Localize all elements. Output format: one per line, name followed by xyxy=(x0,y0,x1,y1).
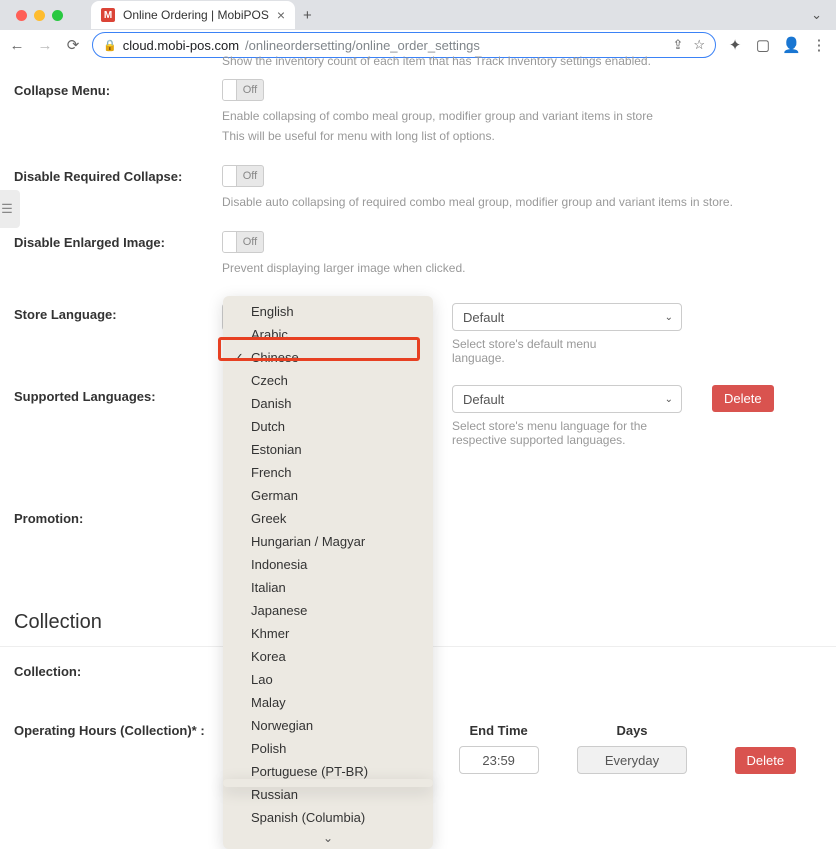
toggle-knob xyxy=(223,80,237,100)
supported-language-delete-button[interactable]: Delete xyxy=(712,385,774,412)
disable-required-toggle[interactable]: Off xyxy=(222,165,264,187)
supported-language-default-value: Default xyxy=(463,392,504,407)
supported-languages-label: Supported Languages: xyxy=(14,385,222,404)
star-icon[interactable]: ☆ xyxy=(693,37,705,53)
disable-enlarged-help: Prevent displaying larger image when cli… xyxy=(222,261,822,275)
toggle-text: Off xyxy=(237,170,263,182)
days-header: Days xyxy=(616,723,647,738)
language-option[interactable]: Korea xyxy=(223,645,433,668)
language-option[interactable]: Hungarian / Magyar xyxy=(223,530,433,553)
traffic-lights xyxy=(8,10,71,21)
disable-enlarged-toggle[interactable]: Off xyxy=(222,231,264,253)
store-language-help: Select store's default menu language. xyxy=(452,337,652,365)
collapse-menu-help1: Enable collapsing of combo meal group, m… xyxy=(222,109,822,123)
truncated-help-text: Show the inventory count of each item th… xyxy=(0,54,836,74)
tab-close-icon[interactable]: × xyxy=(277,7,285,23)
language-option[interactable]: German xyxy=(223,484,433,507)
supported-language-help: Select store's menu language for the res… xyxy=(452,419,652,447)
language-option[interactable]: Khmer xyxy=(223,622,433,645)
tab-strip: M Online Ordering | MobiPOS × + ⌄ xyxy=(0,0,836,30)
collapse-menu-help2: This will be useful for menu with long l… xyxy=(222,129,822,143)
panel-icon[interactable]: ▢ xyxy=(754,36,772,54)
store-language-label: Store Language: xyxy=(14,303,222,322)
language-option[interactable]: Norwegian xyxy=(223,714,433,737)
language-option[interactable]: Estonian xyxy=(223,438,433,461)
window-minimize-button[interactable] xyxy=(34,10,45,21)
language-option[interactable]: Czech xyxy=(223,369,433,392)
disable-required-row: Disable Required Collapse: Off Disable a… xyxy=(0,160,836,214)
forward-button: → xyxy=(36,37,54,54)
language-option[interactable]: Spanish (Columbia) xyxy=(223,806,433,829)
browser-tab[interactable]: M Online Ordering | MobiPOS × xyxy=(91,1,295,29)
operating-hours-delete-button[interactable]: Delete xyxy=(735,747,797,774)
window-close-button[interactable] xyxy=(16,10,27,21)
chevron-down-icon: ⌄ xyxy=(665,394,673,405)
disable-required-label: Disable Required Collapse: xyxy=(14,165,222,184)
language-option[interactable]: Polish xyxy=(223,737,433,760)
language-option[interactable]: Greek xyxy=(223,507,433,530)
language-option[interactable]: French xyxy=(223,461,433,484)
language-option[interactable]: Lao xyxy=(223,668,433,691)
disable-enlarged-label: Disable Enlarged Image: xyxy=(14,231,222,250)
back-button[interactable]: ← xyxy=(8,37,26,54)
side-drawer-handle[interactable]: ☰ xyxy=(0,190,20,228)
share-icon[interactable]: ⇪ xyxy=(672,37,683,53)
language-option[interactable]: Indonesia xyxy=(223,553,433,576)
collapse-menu-label: Collapse Menu: xyxy=(14,79,222,98)
profile-icon[interactable]: 👤 xyxy=(782,36,800,54)
disable-required-help: Disable auto collapsing of required comb… xyxy=(222,195,822,209)
language-option[interactable]: Arabic xyxy=(223,323,433,346)
url-path: /onlineordersetting/online_order_setting… xyxy=(245,38,480,53)
operating-hours-label: Operating Hours (Collection)* : xyxy=(14,719,222,738)
end-time-header: End Time xyxy=(470,723,528,738)
language-option[interactable]: Japanese xyxy=(223,599,433,622)
store-language-default-select[interactable]: Default ⌄ xyxy=(452,303,682,331)
collapse-menu-toggle[interactable]: Off xyxy=(222,79,264,101)
collection-label: Collection: xyxy=(14,660,222,679)
collapse-menu-row: Collapse Menu: Off Enable collapsing of … xyxy=(0,74,836,148)
toggle-text: Off xyxy=(237,236,263,248)
chevron-down-icon: ⌄ xyxy=(665,312,673,323)
browser-chrome: M Online Ordering | MobiPOS × + ⌄ ← → ⟳ … xyxy=(0,0,836,60)
tab-title: Online Ordering | MobiPOS xyxy=(123,8,269,22)
lock-icon: 🔒 xyxy=(103,39,117,52)
language-option[interactable]: Malay xyxy=(223,691,433,714)
language-option[interactable]: Italian xyxy=(223,576,433,599)
toggle-text: Off xyxy=(237,84,263,96)
menu-icon[interactable]: ⋮ xyxy=(810,36,828,54)
language-option[interactable]: English xyxy=(223,300,433,323)
toggle-knob xyxy=(223,232,237,252)
language-option[interactable]: Danish xyxy=(223,392,433,415)
url-domain: cloud.mobi-pos.com xyxy=(123,38,239,53)
toggle-knob xyxy=(223,166,237,186)
reload-button[interactable]: ⟳ xyxy=(64,36,82,54)
days-select[interactable]: Everyday xyxy=(577,746,687,774)
new-tab-button[interactable]: + xyxy=(303,7,312,24)
extensions-icon[interactable]: ✦ xyxy=(726,36,744,54)
chevron-down-icon[interactable]: ⌄ xyxy=(811,7,822,23)
language-option[interactable]: Chinese xyxy=(223,346,433,369)
favicon-icon: M xyxy=(101,8,115,22)
language-option[interactable]: Dutch xyxy=(223,415,433,438)
dropdown-scroll-down-icon[interactable]: ⌄ xyxy=(223,829,433,845)
language-dropdown[interactable]: EnglishArabicChineseCzechDanishDutchEsto… xyxy=(223,296,433,849)
store-language-default-value: Default xyxy=(463,310,504,325)
supported-language-default-select[interactable]: Default ⌄ xyxy=(452,385,682,413)
promotion-label: Promotion: xyxy=(14,507,222,526)
end-time-input[interactable] xyxy=(459,746,539,774)
disable-enlarged-row: Disable Enlarged Image: Off Prevent disp… xyxy=(0,226,836,280)
page-content: Show the inventory count of each item th… xyxy=(0,60,836,753)
window-zoom-button[interactable] xyxy=(52,10,63,21)
